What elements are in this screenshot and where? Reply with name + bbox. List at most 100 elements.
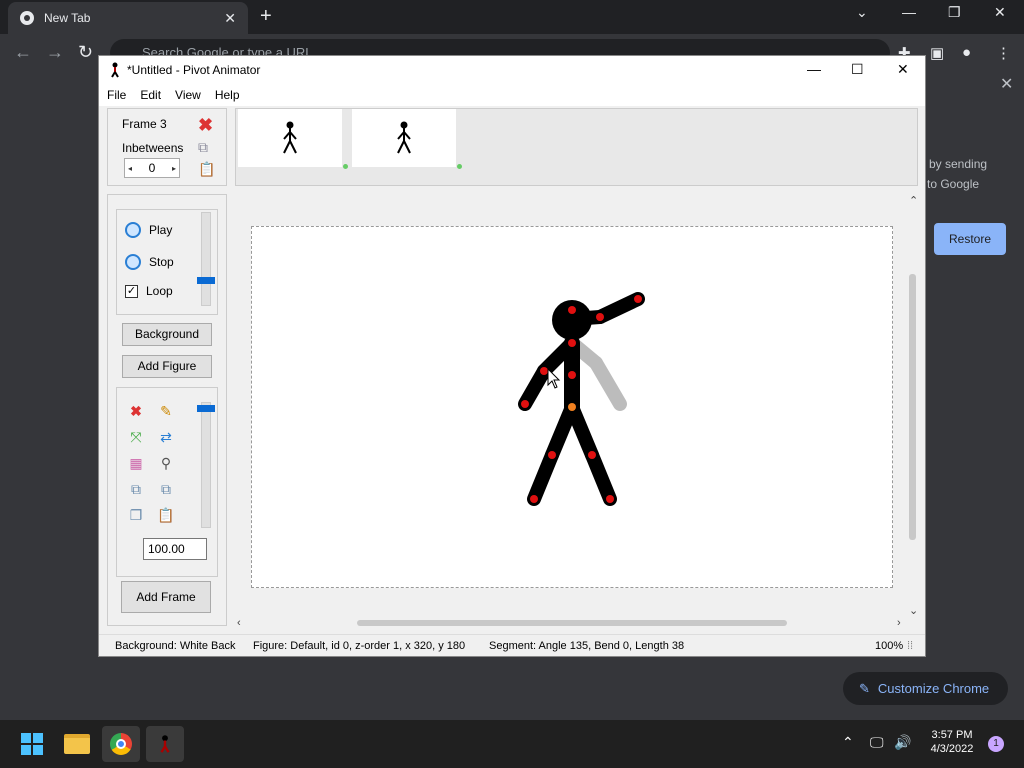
add-frame-button[interactable]: Add Frame — [121, 581, 211, 613]
status-segment: Segment: Angle 135, Bend 0, Length 38 — [489, 640, 685, 652]
vertical-scrollbar[interactable] — [909, 274, 916, 540]
side-panel-icon[interactable]: ▣ — [930, 44, 944, 62]
flip-figure-icon[interactable]: ⇄ — [157, 428, 175, 446]
status-zoom: 100% — [875, 640, 904, 652]
bring-forward-icon[interactable]: ⧉ — [127, 480, 145, 498]
joint-handle[interactable] — [521, 400, 529, 408]
minimize-icon[interactable]: — — [902, 4, 916, 20]
scale-input[interactable]: 100.00 — [143, 538, 207, 560]
stop-icon — [125, 254, 141, 270]
inbetweens-stepper[interactable]: ◂ 0 ▸ — [124, 158, 180, 178]
chrome-icon — [110, 733, 132, 755]
frame-thumbnail[interactable] — [238, 109, 348, 169]
decrement-icon[interactable]: ◂ — [125, 164, 135, 173]
new-tab-button[interactable]: + — [260, 5, 272, 28]
paste-frame-icon[interactable]: 📋 — [198, 161, 215, 178]
add-figure-button[interactable]: Add Figure — [122, 355, 212, 378]
horizontal-scrollbar[interactable] — [357, 620, 787, 626]
speed-slider-thumb[interactable] — [197, 277, 215, 284]
resize-grip-icon[interactable]: ⁞⁞ — [907, 640, 913, 652]
menu-view[interactable]: View — [175, 88, 201, 102]
show-hidden-icons-icon[interactable]: ⌃ — [842, 734, 854, 751]
stick-figure[interactable] — [252, 227, 894, 589]
pivot-minimize-icon[interactable]: — — [807, 61, 821, 77]
pivot-maximize-icon[interactable]: ☐ — [851, 61, 864, 78]
play-button[interactable]: Play — [125, 222, 172, 238]
joint-handle[interactable] — [568, 371, 576, 379]
joint-handle[interactable] — [548, 451, 556, 459]
menu-help[interactable]: Help — [215, 88, 240, 102]
copy-figure-icon[interactable]: ❐ — [127, 506, 145, 524]
profile-icon[interactable]: ● — [962, 44, 971, 61]
taskbar: ⌃ 🖵 🔊 3:57 PM 4/3/2022 — [0, 720, 1024, 768]
speed-slider[interactable] — [197, 212, 215, 306]
delete-figure-icon[interactable]: ✖ — [127, 402, 145, 420]
network-icon[interactable]: 🖵 — [870, 734, 884, 751]
pivot-titlebar: *Untitled - Pivot Animator — ☐ ✕ — [99, 56, 925, 84]
frame-thumbnail[interactable] — [352, 109, 462, 169]
scroll-right-icon[interactable]: › — [897, 617, 901, 629]
close-tab-icon[interactable]: ✕ — [224, 10, 236, 27]
paste-figure-icon[interactable]: 📋 — [157, 506, 175, 524]
restore-button[interactable]: Restore — [934, 223, 1006, 255]
scale-slider[interactable] — [197, 402, 215, 528]
tools-panel: Play Stop ✓ Loop Background Add Figure ✖… — [107, 194, 227, 626]
start-button[interactable] — [13, 726, 51, 762]
scroll-down-icon[interactable]: ⌄ — [909, 604, 918, 617]
background-button[interactable]: Background — [122, 323, 212, 346]
file-explorer-button[interactable] — [58, 726, 96, 762]
notification-badge[interactable]: 1 — [988, 736, 1004, 752]
tab-title: New Tab — [44, 11, 91, 25]
close-panel-icon[interactable]: ✕ — [1000, 74, 1013, 94]
side-text-2: to Google — [927, 177, 980, 191]
increment-icon[interactable]: ▸ — [169, 164, 179, 173]
chrome-taskbar-button[interactable] — [102, 726, 140, 762]
join-figure-icon[interactable]: ⚲ — [157, 454, 175, 472]
joint-handle[interactable] — [568, 339, 576, 347]
menu-icon[interactable]: ⋮ — [996, 44, 1011, 62]
frame-marker — [343, 164, 348, 169]
stop-label: Stop — [149, 255, 174, 269]
back-icon[interactable]: ← — [14, 42, 32, 63]
pivot-taskbar-button[interactable] — [146, 726, 184, 762]
side-text-1: by sending — [929, 157, 988, 171]
scroll-left-icon[interactable]: ‹ — [237, 617, 241, 629]
stop-button[interactable]: Stop — [125, 254, 174, 270]
animation-stage[interactable] — [251, 226, 893, 588]
copy-frame-icon[interactable]: ⧉ — [198, 139, 208, 156]
joint-handle[interactable] — [596, 313, 604, 321]
pencil-icon: ✎ — [859, 680, 870, 696]
joint-handle[interactable] — [530, 495, 538, 503]
scale-slider-thumb[interactable] — [197, 405, 215, 412]
reload-icon[interactable]: ↻ — [78, 42, 93, 63]
pivot-window: *Untitled - Pivot Animator — ☐ ✕ File Ed… — [98, 55, 926, 657]
edit-figure-icon[interactable]: ✎ — [157, 402, 175, 420]
play-icon — [125, 222, 141, 238]
tab-search-icon[interactable]: ⌄ — [856, 4, 868, 21]
joint-handle[interactable] — [606, 495, 614, 503]
customize-chrome-button[interactable]: ✎ Customize Chrome — [843, 672, 1008, 705]
menu-file[interactable]: File — [107, 88, 126, 102]
menu-edit[interactable]: Edit — [140, 88, 161, 102]
forward-icon[interactable]: → — [46, 42, 64, 63]
close-window-icon[interactable]: ✕ — [994, 4, 1006, 21]
joint-handle[interactable] — [634, 295, 642, 303]
frame-marker — [457, 164, 462, 169]
pivot-joint-handle[interactable] — [568, 403, 576, 411]
joint-handle[interactable] — [568, 306, 576, 314]
send-backward-icon[interactable]: ⧉ — [157, 480, 175, 498]
delete-frame-icon[interactable]: ✖ — [198, 115, 213, 136]
restore-window-icon[interactable]: ❐ — [948, 4, 961, 21]
chrome-tab[interactable]: New Tab ✕ — [8, 2, 248, 34]
joint-handle[interactable] — [588, 451, 596, 459]
center-figure-icon[interactable]: ⤧ — [127, 428, 145, 446]
loop-checkbox[interactable]: ✓ Loop — [125, 284, 173, 298]
color-figure-icon[interactable]: ▦ — [127, 454, 145, 472]
joint-handle[interactable] — [540, 367, 548, 375]
pivot-close-icon[interactable]: ✕ — [897, 61, 909, 78]
scroll-up-icon[interactable]: ⌃ — [909, 194, 918, 207]
volume-icon[interactable]: 🔊 — [894, 734, 911, 751]
clock[interactable]: 3:57 PM 4/3/2022 — [922, 729, 982, 755]
customize-chrome-label: Customize Chrome — [877, 681, 990, 696]
folder-icon — [64, 734, 90, 754]
